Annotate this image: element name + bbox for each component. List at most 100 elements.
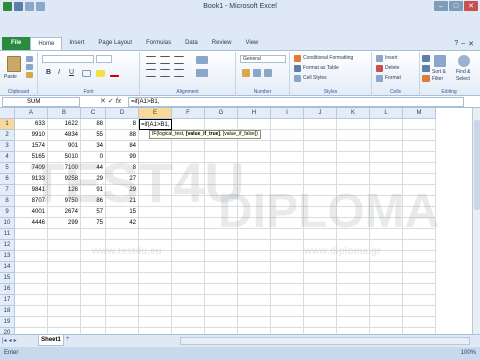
conditional-formatting-icon[interactable] xyxy=(294,55,301,62)
cell[interactable] xyxy=(48,306,81,317)
cell[interactable] xyxy=(205,251,238,262)
cell[interactable] xyxy=(403,119,436,130)
wrap-text-icon[interactable] xyxy=(196,56,208,64)
cell[interactable]: 5165 xyxy=(15,152,48,163)
cell[interactable] xyxy=(139,295,172,306)
cell[interactable] xyxy=(337,119,370,130)
cell[interactable] xyxy=(337,229,370,240)
cell[interactable] xyxy=(370,306,403,317)
column-header-h[interactable]: H xyxy=(238,108,271,119)
cell[interactable]: 21 xyxy=(106,196,139,207)
cell[interactable] xyxy=(370,130,403,141)
cell[interactable]: 633 xyxy=(15,119,48,130)
column-header-b[interactable]: B xyxy=(48,108,81,119)
cell[interactable]: 75 xyxy=(81,218,106,229)
cell[interactable] xyxy=(370,152,403,163)
maximize-button[interactable]: □ xyxy=(449,1,463,11)
tab-file[interactable]: File xyxy=(2,37,31,50)
find-select-icon[interactable] xyxy=(458,55,470,67)
cell[interactable] xyxy=(304,141,337,152)
row-header-1[interactable]: 1 xyxy=(0,119,15,130)
cell[interactable] xyxy=(370,163,403,174)
cell[interactable] xyxy=(205,163,238,174)
cell[interactable] xyxy=(403,262,436,273)
cell[interactable] xyxy=(238,185,271,196)
row-header-7[interactable]: 7 xyxy=(0,185,15,196)
cell[interactable]: 55 xyxy=(81,130,106,141)
cell[interactable] xyxy=(139,273,172,284)
cell[interactable] xyxy=(271,295,304,306)
first-sheet-icon[interactable]: |◂ xyxy=(2,337,7,344)
cell[interactable] xyxy=(370,185,403,196)
enter-entry-icon[interactable]: ✓ xyxy=(108,98,114,105)
tab-data[interactable]: Data xyxy=(178,37,205,50)
cancel-entry-icon[interactable]: ✕ xyxy=(100,98,106,105)
fill-icon[interactable] xyxy=(422,65,430,72)
cell[interactable] xyxy=(238,152,271,163)
column-header-m[interactable]: M xyxy=(403,108,436,119)
cell[interactable] xyxy=(205,141,238,152)
cell[interactable] xyxy=(271,163,304,174)
cell[interactable] xyxy=(403,295,436,306)
align-left-icon[interactable] xyxy=(146,69,156,77)
top-align-icon[interactable] xyxy=(146,56,156,64)
cell[interactable]: 8707 xyxy=(15,196,48,207)
cell[interactable] xyxy=(139,196,172,207)
row-header-15[interactable]: 15 xyxy=(0,273,15,284)
cell[interactable] xyxy=(403,185,436,196)
cell[interactable] xyxy=(172,207,205,218)
row-header-12[interactable]: 12 xyxy=(0,240,15,251)
tab-page-layout[interactable]: Page Layout xyxy=(91,37,139,50)
cell[interactable] xyxy=(205,229,238,240)
cell[interactable] xyxy=(304,185,337,196)
cell[interactable] xyxy=(106,229,139,240)
cell[interactable] xyxy=(81,229,106,240)
cell-styles-button[interactable]: Cell Styles xyxy=(303,75,327,81)
cell[interactable] xyxy=(337,251,370,262)
row-header-8[interactable]: 8 xyxy=(0,196,15,207)
cell[interactable] xyxy=(370,207,403,218)
formula-input[interactable]: =if(A1>B1, xyxy=(128,97,464,107)
cell[interactable] xyxy=(403,152,436,163)
cell[interactable] xyxy=(139,229,172,240)
cell[interactable]: 8 xyxy=(106,163,139,174)
cell[interactable] xyxy=(238,273,271,284)
cell[interactable] xyxy=(304,119,337,130)
cell[interactable] xyxy=(337,141,370,152)
column-header-a[interactable]: A xyxy=(15,108,48,119)
cell[interactable] xyxy=(337,306,370,317)
cell[interactable] xyxy=(172,317,205,328)
cell[interactable] xyxy=(403,284,436,295)
cell[interactable] xyxy=(304,218,337,229)
next-sheet-icon[interactable]: ▸ xyxy=(14,337,17,344)
cell[interactable]: 91 xyxy=(81,185,106,196)
cell[interactable] xyxy=(271,196,304,207)
cell[interactable] xyxy=(271,141,304,152)
sort-button[interactable]: Sort & xyxy=(432,69,446,75)
cell[interactable] xyxy=(172,174,205,185)
cell[interactable] xyxy=(238,284,271,295)
cell[interactable] xyxy=(238,207,271,218)
cell[interactable] xyxy=(271,119,304,130)
cell[interactable] xyxy=(403,196,436,207)
cell[interactable] xyxy=(81,251,106,262)
cell[interactable]: 15 xyxy=(106,207,139,218)
tab-insert[interactable]: Insert xyxy=(62,37,91,50)
cell[interactable] xyxy=(403,229,436,240)
cell[interactable] xyxy=(403,141,436,152)
cell[interactable]: 126 xyxy=(48,185,81,196)
cell[interactable]: 299 xyxy=(48,218,81,229)
cell[interactable] xyxy=(106,295,139,306)
column-header-f[interactable]: F xyxy=(172,108,205,119)
cell[interactable] xyxy=(48,295,81,306)
cell[interactable]: 1574 xyxy=(15,141,48,152)
cell[interactable] xyxy=(139,174,172,185)
cell[interactable] xyxy=(238,240,271,251)
cell[interactable] xyxy=(238,218,271,229)
cell[interactable]: 2674 xyxy=(48,207,81,218)
cell[interactable] xyxy=(106,273,139,284)
cell[interactable] xyxy=(370,218,403,229)
cell[interactable] xyxy=(271,130,304,141)
select-button[interactable]: Select xyxy=(456,76,470,82)
cell[interactable] xyxy=(403,218,436,229)
